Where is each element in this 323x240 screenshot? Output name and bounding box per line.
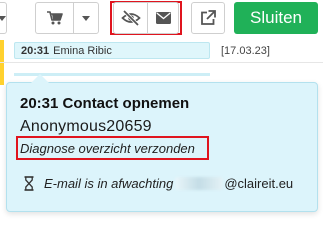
hourglass-icon — [24, 176, 34, 191]
list-row[interactable]: 20:31 Emina Ribic [17.03.23] — [0, 40, 323, 63]
email-domain: @claireit.eu — [224, 176, 294, 191]
close-button[interactable]: Sluiten — [234, 2, 318, 34]
eye-slash-icon — [120, 10, 141, 26]
dropdown-toggle[interactable] — [0, 2, 7, 34]
row-marker — [0, 63, 4, 85]
appointment-popover: 20:31 Contact opnemen Anonymous20659 Dia… — [6, 74, 318, 212]
caret-down-icon — [82, 15, 90, 21]
appointment-card[interactable]: 20:31 Emina Ribic — [14, 42, 210, 59]
redacted-email-user — [175, 177, 224, 190]
open-external-button[interactable] — [191, 2, 225, 34]
external-link-icon — [201, 10, 216, 25]
popover-title: 20:31 Contact opnemen — [20, 95, 190, 112]
cart-icon — [46, 11, 63, 25]
status-highlight-box — [16, 136, 209, 160]
envelope-icon — [155, 12, 171, 24]
appointment-time: 20:31 — [21, 44, 50, 57]
toolbar: Sluiten — [0, 0, 323, 38]
hide-button[interactable] — [113, 2, 147, 34]
popover-arrow — [31, 74, 49, 83]
cart-dropdown-button[interactable] — [73, 2, 99, 34]
popover-user: Anonymous20659 — [20, 118, 152, 135]
appointment-date: [17.03.23] — [221, 45, 270, 57]
email-button[interactable] — [147, 2, 179, 34]
row-marker — [0, 40, 4, 62]
cart-button[interactable] — [35, 2, 73, 34]
appointment-name: Emina Ribic — [53, 44, 112, 57]
email-status-text: E-mail is in afwachting — [44, 176, 174, 191]
caret-down-icon — [0, 15, 6, 21]
email-status: E-mail is in afwachting @claireit.eu — [24, 176, 293, 191]
